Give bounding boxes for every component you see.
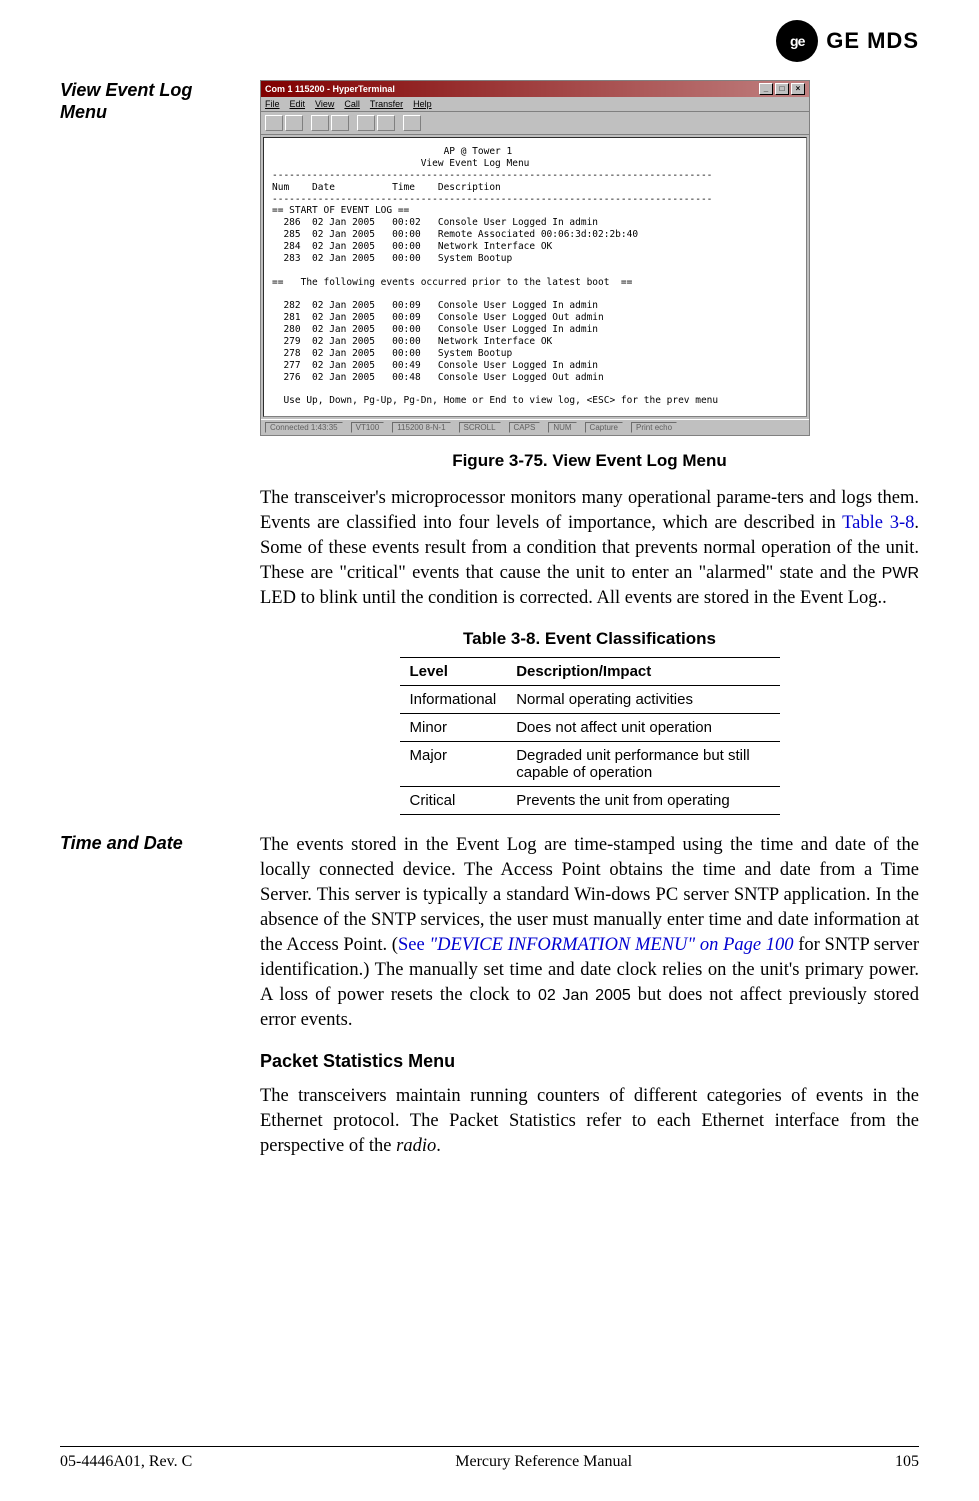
status-emulation: VT100 [351, 422, 385, 433]
close-button[interactable]: × [791, 83, 805, 95]
table-3-8-link[interactable]: Table 3-8 [842, 513, 914, 533]
status-port: 115200 8-N-1 [392, 422, 450, 433]
menu-help[interactable]: Help [413, 99, 432, 109]
table-row: InformationalNormal operating activities [400, 685, 780, 713]
status-echo: Print echo [631, 422, 677, 433]
sidebar-heading-view-event-log: View Event Log Menu [60, 80, 240, 123]
table-row: CriticalPrevents the unit from operating [400, 786, 780, 814]
status-scroll: SCROLL [459, 422, 501, 433]
status-num: NUM [548, 422, 576, 433]
status-capture: Capture [585, 422, 623, 433]
hyperterminal-window: Com 1 115200 - HyperTerminal _ □ × File … [260, 80, 810, 436]
send-icon[interactable] [357, 115, 375, 131]
menu-view[interactable]: View [315, 99, 334, 109]
see-link: See [398, 935, 429, 955]
table-caption: Table 3-8. Event Classifications [260, 629, 919, 649]
properties-icon[interactable] [403, 115, 421, 131]
packet-statistics-heading: Packet Statistics Menu [260, 1051, 919, 1072]
statusbar: Connected 1:43:35 VT100 115200 8-N-1 SCR… [261, 419, 809, 435]
receive-icon[interactable] [377, 115, 395, 131]
paragraph-2: The events stored in the Event Log are t… [260, 833, 919, 1033]
maximize-button[interactable]: □ [775, 83, 789, 95]
menubar: File Edit View Call Transfer Help [261, 97, 809, 112]
table-header-desc: Description/Impact [506, 657, 779, 685]
menu-file[interactable]: File [265, 99, 280, 109]
figure-caption: Figure 3-75. View Event Log Menu [260, 451, 919, 471]
menu-edit[interactable]: Edit [290, 99, 306, 109]
table-header-level: Level [400, 657, 507, 685]
sidebar-heading-time-date: Time and Date [60, 833, 240, 855]
footer-title: Mercury Reference Manual [455, 1453, 632, 1471]
menu-transfer[interactable]: Transfer [370, 99, 403, 109]
page-footer: 05-4446A01, Rev. C Mercury Reference Man… [60, 1446, 919, 1471]
brand-text: GE MDS [826, 28, 919, 54]
date-literal: 02 Jan 2005 [538, 987, 631, 1004]
device-info-link[interactable]: "DEVICE INFORMATION MENU" on Page 100 [429, 935, 793, 955]
terminal-output[interactable]: AP @ Tower 1 View Event Log Menu -------… [263, 137, 807, 417]
status-caps: CAPS [509, 422, 541, 433]
pwr-label: PWR [882, 565, 919, 582]
event-classifications-table: Level Description/Impact InformationalNo… [400, 657, 780, 815]
table-row: MinorDoes not affect unit operation [400, 713, 780, 741]
hangup-icon[interactable] [331, 115, 349, 131]
status-connected: Connected 1:43:35 [265, 422, 343, 433]
paragraph-3: The transceivers maintain running counte… [260, 1084, 919, 1159]
new-icon[interactable] [265, 115, 283, 131]
table-row: MajorDegraded unit performance but still… [400, 741, 780, 786]
menu-call[interactable]: Call [344, 99, 360, 109]
radio-emphasis: radio [396, 1136, 436, 1156]
ge-monogram-icon: ge [776, 20, 818, 62]
toolbar [261, 112, 809, 135]
header-logo: ge GE MDS [776, 20, 919, 62]
footer-pagenum: 105 [895, 1453, 919, 1471]
titlebar: Com 1 115200 - HyperTerminal _ □ × [261, 81, 809, 97]
paragraph-1: The transceiver's microprocessor monitor… [260, 486, 919, 611]
window-title: Com 1 115200 - HyperTerminal [265, 84, 395, 94]
footer-docid: 05-4446A01, Rev. C [60, 1453, 192, 1471]
call-icon[interactable] [311, 115, 329, 131]
open-icon[interactable] [285, 115, 303, 131]
minimize-button[interactable]: _ [759, 83, 773, 95]
